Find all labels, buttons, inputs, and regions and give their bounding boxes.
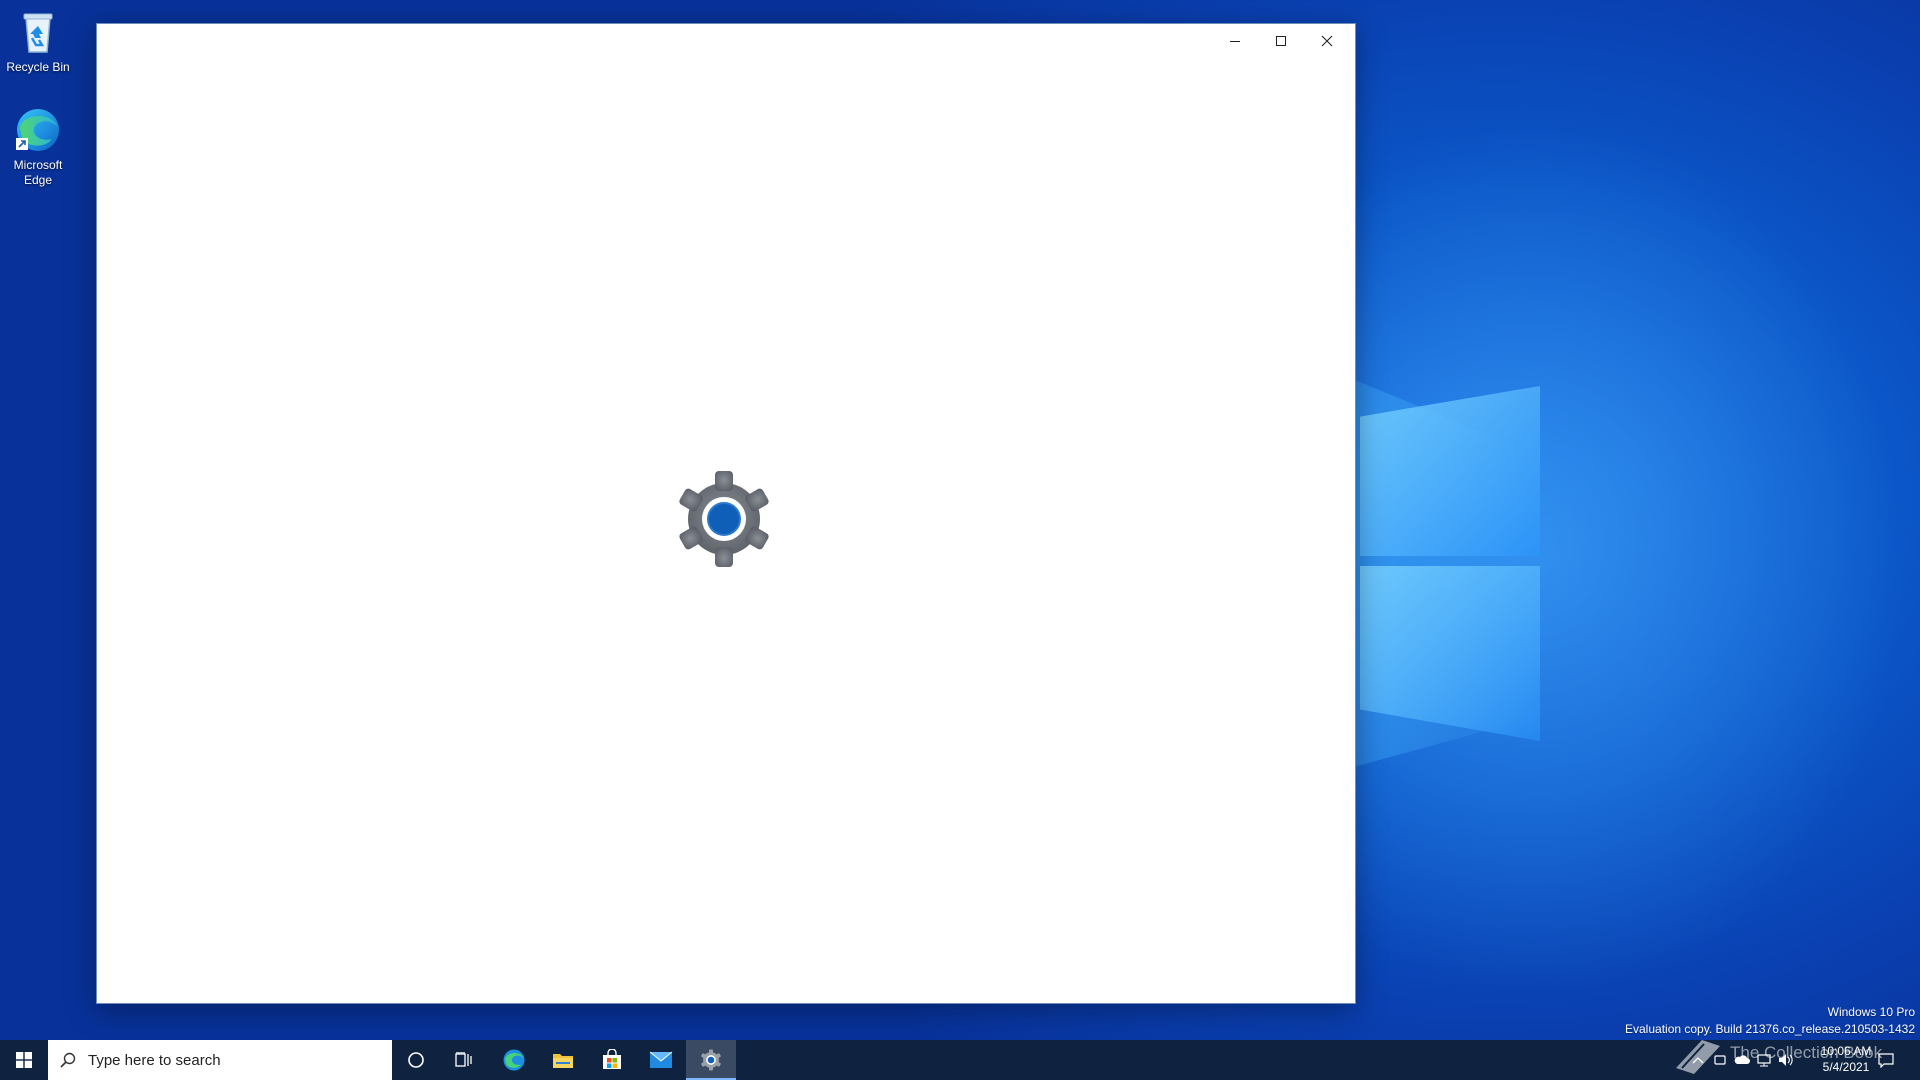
taskbar: 10:06 AM 5/4/2021 (0, 1040, 1920, 1080)
edge-icon (14, 106, 62, 154)
close-icon (1321, 35, 1333, 47)
task-view-icon (455, 1052, 472, 1067)
desktop: Recycle Bin Microsoft Edge Windows 10 Pr… (0, 0, 1920, 1040)
recycle-bin-icon (14, 8, 62, 56)
windows-start-icon (16, 1052, 32, 1068)
taskbar-settings-button[interactable] (686, 1040, 736, 1080)
collection-book-text: The Collection Book (1730, 1043, 1883, 1062)
maximize-button[interactable] (1258, 24, 1304, 58)
collection-book-watermark: The Collection Book (1672, 1032, 1882, 1074)
cortana-button[interactable] (392, 1040, 440, 1080)
maximize-icon (1276, 36, 1286, 46)
task-view-button[interactable] (440, 1040, 488, 1080)
recycle-bin-label: Recycle Bin (6, 60, 70, 74)
store-icon (603, 1049, 621, 1069)
file-explorer-icon (553, 1054, 573, 1068)
search-input[interactable] (86, 1050, 380, 1070)
book-logo-icon (1676, 1040, 1720, 1074)
minimize-icon (1230, 41, 1240, 42)
desktop-icon-recycle-bin[interactable]: Recycle Bin (0, 8, 76, 75)
desktop-icon-microsoft-edge[interactable]: Microsoft Edge (0, 106, 76, 188)
cortana-icon (408, 1052, 424, 1068)
search-icon (60, 1052, 76, 1068)
settings-icon (701, 1049, 721, 1071)
gear-icon (674, 469, 774, 569)
start-button[interactable] (0, 1040, 48, 1080)
taskbar-store-button[interactable] (588, 1040, 636, 1080)
microsoft-edge-label: Microsoft Edge (13, 158, 63, 187)
settings-window[interactable] (96, 23, 1356, 1004)
taskbar-mail-button[interactable] (637, 1040, 685, 1080)
edge-icon (503, 1049, 525, 1071)
taskbar-search-box[interactable] (48, 1040, 392, 1080)
taskbar-file-explorer-button[interactable] (539, 1040, 587, 1080)
mail-icon (649, 1051, 673, 1068)
taskbar-edge-button[interactable] (490, 1040, 538, 1080)
minimize-button[interactable] (1212, 24, 1258, 58)
close-button[interactable] (1304, 24, 1350, 58)
windows-edition-text: Windows 10 Pro (1827, 1005, 1915, 1019)
